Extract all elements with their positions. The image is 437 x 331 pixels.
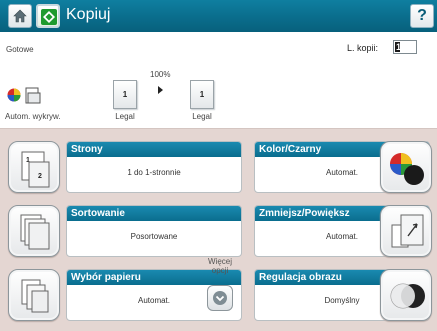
pages-icon: 1 2 (21, 151, 50, 188)
collate-icon (20, 214, 50, 250)
pages-tile-value: 1 do 1-stronnie (127, 168, 181, 177)
paper-select-icon (21, 279, 49, 313)
sort-button[interactable] (8, 205, 60, 257)
sort-tile-title: Sortowanie (67, 206, 241, 221)
more-options-label-line2: opcji (211, 266, 229, 275)
color-icon (390, 153, 424, 185)
output-page-preview: 1 (190, 80, 214, 109)
chevron-down-icon (213, 291, 227, 305)
image-adjust-button[interactable] (380, 269, 432, 321)
sort-tile[interactable]: Sortowanie Posortowane (66, 205, 242, 257)
auto-detect-label: Autom. wykryw. (5, 112, 61, 121)
pages-tile[interactable]: Strony 1 do 1-stronnie (66, 141, 242, 193)
copies-label: L. kopii: (347, 43, 379, 53)
pages-button[interactable]: 1 2 (8, 141, 60, 193)
more-options-label-line1: Więcej (207, 257, 232, 266)
more-options-button[interactable] (207, 285, 233, 311)
copy-app-icon (41, 9, 57, 25)
pages-tile-title: Strony (67, 142, 241, 157)
color-button[interactable] (380, 141, 432, 193)
title-bar: Kopiuj ? (0, 0, 437, 32)
home-icon (13, 9, 27, 23)
auto-detect-icon (6, 80, 48, 115)
arrow-right-icon (158, 86, 163, 94)
copies-value: 1 (396, 42, 402, 52)
zoom-level: 100% (150, 70, 171, 79)
output-page-number: 1 (199, 90, 205, 99)
page-title: Kopiuj (66, 6, 111, 23)
home-button[interactable] (8, 4, 32, 28)
sort-tile-value: Posortowane (130, 232, 178, 241)
svg-text:2: 2 (38, 173, 42, 180)
resize-button[interactable] (380, 205, 432, 257)
help-button[interactable]: ? (410, 4, 434, 28)
input-page-preview: 1 (113, 80, 137, 109)
input-page-number: 1 (122, 90, 128, 99)
output-paper-size: Legal (192, 112, 212, 121)
reduce-enlarge-icon (391, 214, 424, 248)
image-adjust-icon (390, 283, 425, 309)
more-options-label: Więcej opcji (200, 257, 240, 275)
paper-select-button[interactable] (8, 269, 60, 321)
copy-app-button[interactable] (36, 4, 60, 28)
status-text: Gotowe (6, 45, 34, 54)
help-icon: ? (417, 7, 427, 24)
input-paper-size: Legal (115, 112, 135, 121)
